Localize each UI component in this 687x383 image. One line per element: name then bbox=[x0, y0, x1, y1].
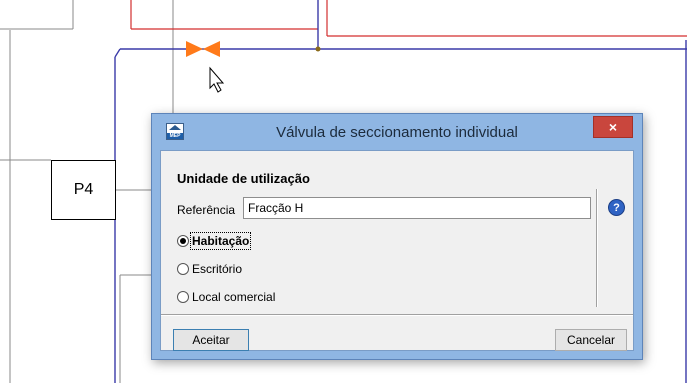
mouse-pointer-icon bbox=[209, 66, 225, 93]
radio-escritorio[interactable] bbox=[177, 263, 189, 275]
radio-local-comercial[interactable] bbox=[177, 291, 189, 303]
dialog-client-area: Unidade de utilização Referência Fracção… bbox=[160, 150, 634, 351]
room-label-box[interactable]: P4 bbox=[51, 160, 116, 220]
help-icon: ? bbox=[613, 201, 620, 214]
option-label: Escritório bbox=[192, 262, 243, 276]
reference-label: Referência bbox=[177, 203, 236, 217]
valve-dialog: MEP Válvula de seccionamento individual … bbox=[151, 113, 643, 360]
mep-app-icon: MEP bbox=[166, 123, 184, 140]
accept-button[interactable]: Aceitar bbox=[173, 329, 249, 351]
button-separator bbox=[161, 314, 633, 316]
option-label: Local comercial bbox=[192, 290, 276, 304]
vertical-divider bbox=[596, 189, 598, 307]
reference-input[interactable]: Fracção H bbox=[243, 197, 591, 219]
option-habitacao[interactable]: Habitação bbox=[177, 232, 252, 250]
option-local-comercial[interactable]: Local comercial bbox=[177, 290, 275, 304]
help-button[interactable]: ? bbox=[608, 199, 625, 216]
option-label: Habitação bbox=[189, 232, 252, 250]
pipe-junction-node[interactable] bbox=[315, 46, 321, 52]
valve-icon[interactable] bbox=[186, 41, 220, 57]
house-roof-icon bbox=[169, 125, 181, 130]
close-icon: × bbox=[608, 119, 618, 135]
radio-habitacao[interactable] bbox=[177, 235, 189, 247]
option-escritorio[interactable]: Escritório bbox=[177, 262, 242, 276]
cancel-button[interactable]: Cancelar bbox=[555, 329, 627, 351]
dialog-title: Válvula de seccionamento individual bbox=[276, 124, 518, 141]
room-label: P4 bbox=[73, 181, 94, 198]
group-title: Unidade de utilização bbox=[177, 171, 310, 186]
dialog-titlebar[interactable]: MEP Válvula de seccionamento individual … bbox=[152, 114, 642, 150]
close-button[interactable]: × bbox=[593, 116, 633, 138]
app-icon-text: MEP bbox=[167, 133, 183, 139]
